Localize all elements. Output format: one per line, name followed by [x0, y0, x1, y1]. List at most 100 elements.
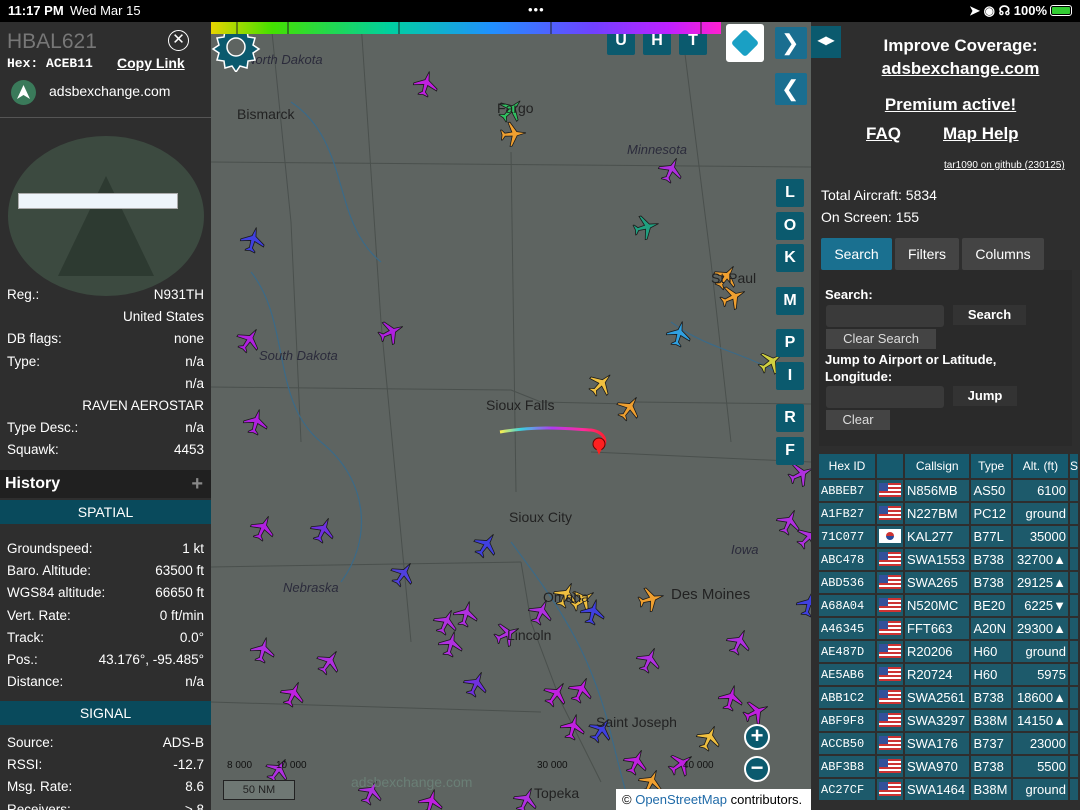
aircraft-marker-icon[interactable]	[247, 511, 279, 544]
layers-icon[interactable]	[726, 24, 764, 62]
table-row[interactable]: ABC478 SWA1553 B738 32700▲	[819, 549, 1078, 570]
table-row[interactable]: ABB1C2 SWA2561 B738 18600▲	[819, 687, 1078, 708]
jump-button[interactable]: Jump	[953, 386, 1017, 406]
table-row[interactable]: 71C077 KAL277 B77L 35000	[819, 526, 1078, 547]
details-row: RAVEN AEROSTAR	[7, 398, 204, 418]
table-row[interactable]: AE487D R20206 H60 ground	[819, 641, 1078, 662]
map-button-k[interactable]: K	[776, 244, 804, 272]
aircraft-marker-icon[interactable]	[430, 605, 462, 638]
copy-link[interactable]: Copy Link	[117, 55, 185, 71]
label-sioux-falls: Sioux Falls	[486, 397, 555, 413]
aircraft-marker-icon[interactable]	[584, 366, 619, 401]
cell-s	[1069, 526, 1078, 547]
aircraft-marker-icon[interactable]	[794, 588, 811, 618]
aircraft-marker-icon[interactable]	[631, 212, 661, 242]
aircraft-marker-icon[interactable]	[636, 584, 666, 614]
aircraft-marker-icon[interactable]	[655, 153, 687, 186]
expand-plus-icon[interactable]: +	[191, 470, 203, 498]
column-header[interactable]: Type	[971, 454, 1011, 478]
aircraft-marker-icon[interactable]	[375, 316, 408, 348]
aircraft-marker-icon[interactable]	[620, 745, 652, 778]
table-row[interactable]: AE5AB6 R20724 H60 5975	[819, 664, 1078, 685]
openstreetmap-link[interactable]: OpenStreetMap	[635, 792, 727, 807]
tab-search[interactable]: Search	[821, 238, 892, 270]
map-button-f[interactable]: F	[776, 437, 804, 465]
aircraft-marker-icon[interactable]	[558, 711, 588, 741]
aircraft-marker-icon[interactable]	[436, 628, 466, 658]
clear-button[interactable]: Clear	[826, 410, 890, 430]
aircraft-marker-icon[interactable]	[723, 625, 755, 658]
improve-coverage-link[interactable]: adsbexchange.com	[811, 59, 1080, 79]
tar1090-link[interactable]: tar1090 on github (230125)	[944, 160, 1065, 171]
spatial-section-header[interactable]: SPATIAL	[0, 500, 211, 524]
map-button-r[interactable]: R	[776, 404, 804, 432]
table-row[interactable]: AC27CF SWA1464 B38M ground	[819, 779, 1078, 800]
zoom-in-button[interactable]: +	[744, 724, 770, 750]
aircraft-marker-icon[interactable]	[451, 598, 481, 628]
map-button-l[interactable]: L	[776, 179, 804, 207]
clear-search-button[interactable]: Clear Search	[826, 329, 936, 349]
spatial-row: Vert. Rate: 0 ft/min	[7, 608, 204, 628]
column-header[interactable]: Alt. (ft)	[1012, 454, 1068, 478]
search-button[interactable]: Search	[953, 305, 1026, 325]
table-row[interactable]: ABF3B8 SWA970 B738 5500	[819, 756, 1078, 777]
aircraft-marker-icon[interactable]	[238, 224, 268, 254]
search-input[interactable]	[826, 305, 944, 327]
history-header[interactable]: History +	[0, 470, 211, 498]
cell-s	[1069, 641, 1078, 662]
map-button-m[interactable]: M	[776, 287, 804, 315]
aircraft-marker-icon[interactable]	[312, 644, 346, 678]
table-row[interactable]: ABD536 SWA265 B738 29125▲	[819, 572, 1078, 593]
aircraft-marker-icon[interactable]	[693, 721, 725, 754]
aircraft-marker-icon[interactable]	[500, 121, 527, 147]
aircraft-marker-icon[interactable]	[411, 68, 441, 98]
aircraft-marker-icon[interactable]	[469, 527, 503, 561]
aircraft-marker-icon[interactable]	[460, 667, 492, 700]
premium-active-link[interactable]: Premium active!	[811, 95, 1080, 115]
table-row[interactable]: A46345 FFT663 A20N 29300▲	[819, 618, 1078, 639]
aircraft-marker-icon[interactable]	[633, 643, 665, 676]
row-value: 1 kt	[182, 541, 204, 556]
search-label: Search:	[825, 287, 873, 302]
jump-input[interactable]	[826, 386, 944, 408]
table-row[interactable]: A1FB27 N227BM PC12 ground	[819, 503, 1078, 524]
label-omaha: Omaha	[543, 589, 589, 605]
aircraft-marker-icon[interactable]	[716, 682, 746, 712]
collapse-left-arrow-icon[interactable]: ❮	[775, 73, 807, 105]
table-row[interactable]: ACCB50 SWA176 B737 23000	[819, 733, 1078, 754]
table-row[interactable]: ABF9F8 SWA3297 B38M 14150▲	[819, 710, 1078, 731]
column-header[interactable]: Hex ID	[819, 454, 875, 478]
aircraft-marker-icon[interactable]	[612, 390, 646, 424]
map-button-p[interactable]: P	[776, 329, 804, 357]
aircraft-marker-icon[interactable]	[565, 673, 597, 706]
column-header[interactable]: Callsign	[905, 454, 970, 478]
column-header[interactable]: S	[1069, 454, 1078, 478]
spatial-row: Groundspeed: 1 kt	[7, 541, 204, 561]
aircraft-marker-icon[interactable]	[539, 676, 573, 710]
label-st-joseph: Saint Joseph	[596, 714, 677, 730]
tab-filters[interactable]: Filters	[895, 238, 959, 270]
map-canvas[interactable]: North Dakota Bismarck Fargo Minnesota St…	[211, 22, 811, 810]
map-help-link[interactable]: Map Help	[943, 124, 1019, 144]
expand-right-arrow-icon[interactable]: ❯	[775, 27, 807, 59]
table-row[interactable]: A68A04 N520MC BE20 6225▼	[819, 595, 1078, 616]
cell-type: H60	[971, 664, 1011, 685]
label-st-paul: St Paul	[711, 270, 757, 286]
aircraft-marker-icon[interactable]	[241, 406, 271, 436]
table-row[interactable]: ABBEB7 N856MB AS50 6100	[819, 480, 1078, 501]
signal-section-header[interactable]: SIGNAL	[0, 701, 211, 725]
usa-flag-icon	[879, 598, 901, 612]
tab-columns[interactable]: Columns	[962, 238, 1044, 270]
map-button-i[interactable]: I	[776, 362, 804, 390]
aircraft-marker-icon[interactable]	[248, 634, 278, 664]
column-header[interactable]	[877, 454, 903, 478]
status-right: ➤ ◉ ☊ 100%	[969, 3, 1072, 19]
map-button-o[interactable]: O	[776, 212, 804, 240]
aircraft-table: Hex ID Callsign Type Alt. (ft) S ABBEB7 N856M…	[817, 452, 1080, 802]
zoom-out-button[interactable]: −	[744, 756, 770, 782]
aircraft-marker-icon[interactable]	[307, 513, 339, 546]
adsb-site-link[interactable]: adsbexchange.com	[49, 83, 170, 99]
faq-link[interactable]: FAQ	[866, 124, 901, 144]
multitask-dots-icon[interactable]: •••	[528, 2, 545, 17]
close-icon[interactable]: ✕	[168, 30, 189, 51]
